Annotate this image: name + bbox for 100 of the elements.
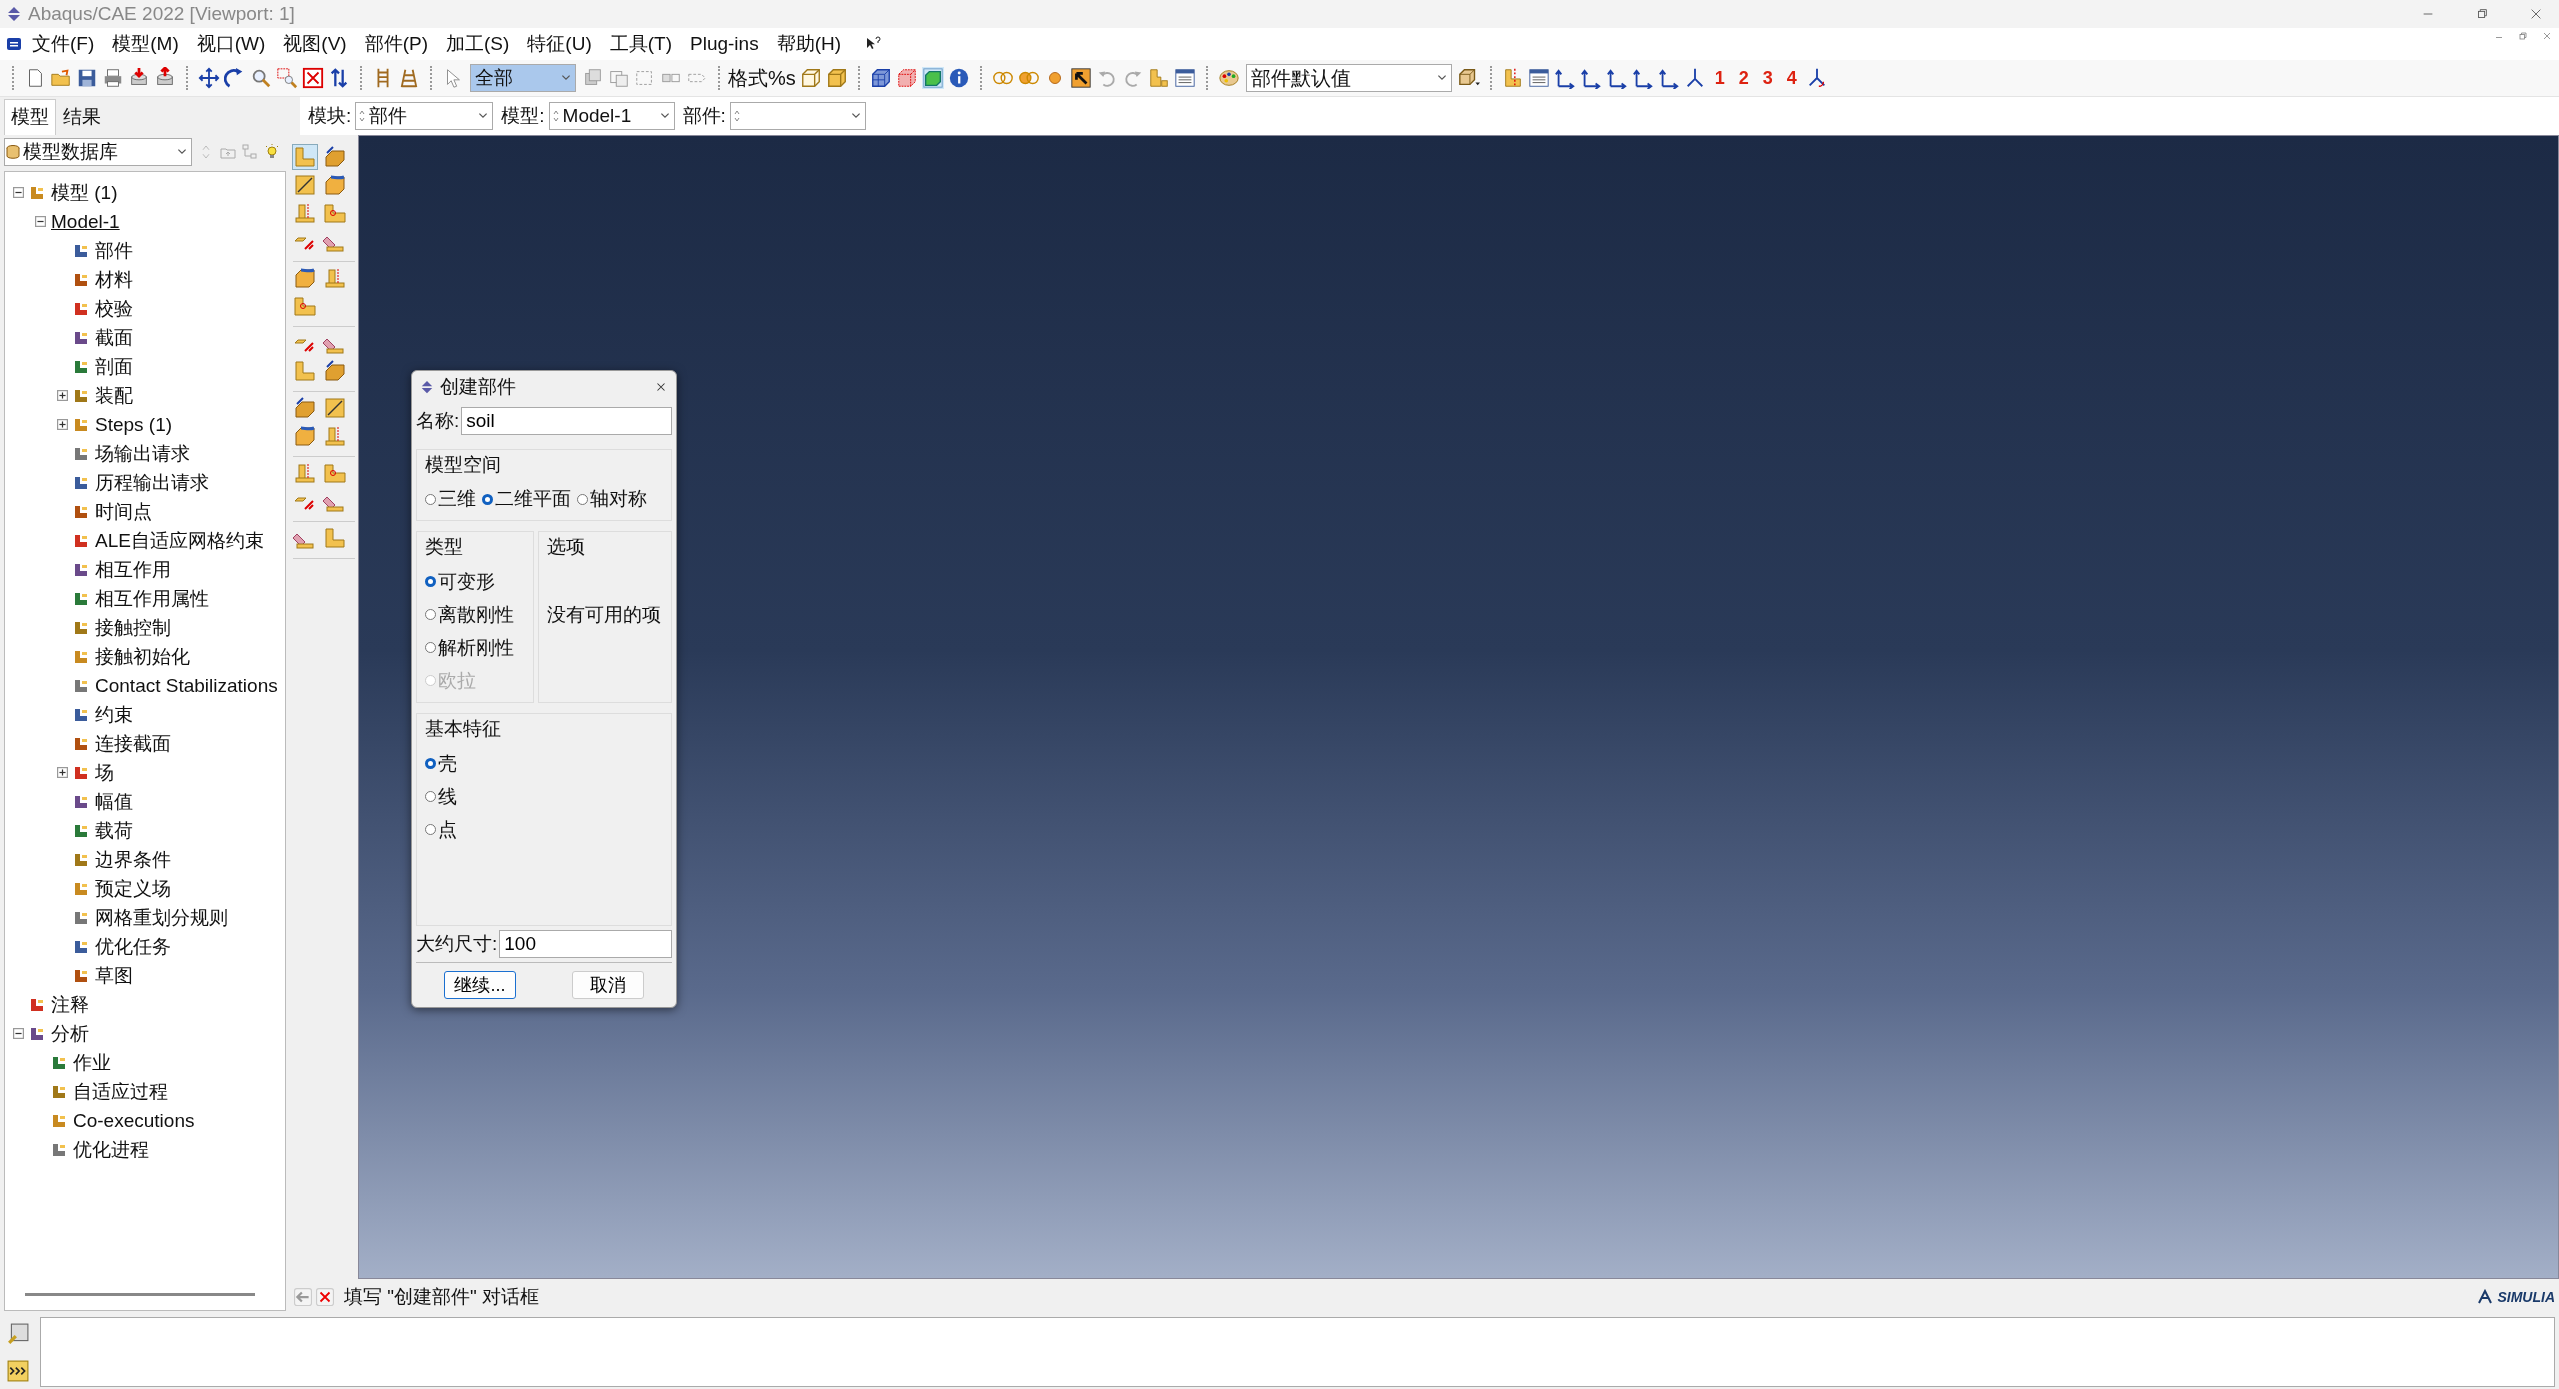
view-preset-button[interactable]: 3	[1755, 67, 1780, 89]
render-style-dropdown[interactable]: 部件默认值	[1245, 64, 1452, 92]
expander-icon[interactable]	[57, 767, 68, 778]
tree-item[interactable]: 相互作用属性	[95, 585, 209, 612]
context-dropdown[interactable]: 部件	[355, 102, 494, 130]
tree-item[interactable]: Contact Stabilizations	[95, 674, 278, 697]
expander-icon[interactable]	[57, 419, 68, 430]
magnifier-icon[interactable]	[250, 67, 272, 89]
radio-option[interactable]: 轴对称	[577, 486, 647, 512]
tree-item[interactable]: 注释	[51, 991, 89, 1018]
tree-item[interactable]: 接触控制	[95, 614, 171, 641]
tree-item[interactable]: 历程输出请求	[95, 469, 209, 496]
view-preset-button[interactable]: 2	[1731, 67, 1756, 89]
tree-item[interactable]: 边界条件	[95, 846, 171, 873]
tree-item[interactable]: 部件	[95, 237, 133, 264]
up-down-arrows-icon[interactable]	[328, 67, 350, 89]
lightbulb-icon[interactable]	[264, 143, 280, 161]
menu-item[interactable]: Plug-ins	[690, 33, 759, 55]
move-arrows-icon[interactable]	[198, 67, 220, 89]
restore-icon[interactable]	[2475, 7, 2489, 21]
cube-icon[interactable]	[921, 67, 944, 89]
radio-option[interactable]: 解析刚性	[425, 634, 525, 661]
palette-icon[interactable]	[1217, 67, 1240, 89]
tree-item[interactable]: 相互作用	[95, 556, 171, 583]
tree-item[interactable]: 约束	[95, 701, 133, 728]
radio-option[interactable]: 壳	[425, 750, 663, 777]
axes-icon[interactable]	[1553, 67, 1576, 89]
radio-option[interactable]: 线	[425, 783, 663, 810]
info-icon[interactable]	[947, 67, 970, 89]
tree-item[interactable]: 剖面	[95, 353, 133, 380]
tree-item[interactable]: 时间点	[95, 498, 152, 525]
cancel-icon[interactable]	[316, 1288, 334, 1306]
tree-source-dropdown[interactable]: 模型数据库	[4, 138, 192, 166]
table-icon[interactable]	[1527, 67, 1550, 89]
fit-view-icon[interactable]	[302, 67, 324, 89]
menu-item[interactable]: 视图(V)	[283, 31, 347, 57]
spinner-arrows-icon[interactable]	[359, 109, 366, 123]
menu-item[interactable]: 模型(M)	[112, 31, 179, 57]
context-dropdown[interactable]: Model-1	[548, 102, 675, 130]
cube-icon[interactable]	[895, 67, 918, 89]
tree-item[interactable]: 作业	[73, 1049, 111, 1076]
tree-item[interactable]: 载荷	[95, 817, 133, 844]
open-folder-icon[interactable]	[50, 67, 72, 89]
printer-icon[interactable]	[102, 67, 124, 89]
tree-item[interactable]: 校验	[95, 295, 133, 322]
message-area-icon[interactable]	[7, 1322, 29, 1345]
tool-icon[interactable]	[293, 424, 317, 448]
tree-item[interactable]: 网格重划分规则	[95, 904, 228, 931]
tree-item[interactable]: Steps (1)	[95, 413, 173, 436]
dialog-button[interactable]: 继续...	[444, 971, 516, 999]
tree-item[interactable]: ALE自适应网格约束	[95, 527, 264, 554]
expander-icon[interactable]	[13, 1028, 24, 1039]
cube-icon[interactable]	[799, 67, 822, 89]
radio-option[interactable]: 二维平面	[482, 486, 571, 512]
format-label[interactable]: 格式%s	[728, 64, 796, 92]
mesh-cube-icon[interactable]	[869, 67, 892, 89]
tree-item[interactable]: 模型 (1)	[51, 179, 118, 206]
tree-item[interactable]: 接触初始化	[95, 643, 190, 670]
tree-item[interactable]: 草图	[95, 962, 133, 989]
tool-icon[interactable]	[293, 173, 317, 197]
restore-icon[interactable]	[2517, 30, 2529, 42]
tree-item[interactable]: 优化进程	[73, 1136, 149, 1163]
axes-icon[interactable]	[1605, 67, 1628, 89]
expander-icon[interactable]	[35, 216, 46, 227]
spinner-arrows-icon[interactable]	[733, 109, 740, 123]
selection-filter-dropdown[interactable]: 全部	[470, 64, 576, 92]
tree-item[interactable]: 分析	[51, 1020, 89, 1047]
spinner-arrows-icon[interactable]	[552, 109, 559, 123]
tree-item[interactable]: 幅值	[95, 788, 133, 815]
radio-option[interactable]: 三维	[425, 486, 476, 512]
expander-icon[interactable]	[57, 390, 68, 401]
expander-icon[interactable]	[13, 187, 24, 198]
back-arrow-icon[interactable]	[294, 1288, 312, 1306]
panel-tab[interactable]: 结果	[56, 99, 108, 135]
tree-item[interactable]: 连接截面	[95, 730, 171, 757]
tree-item[interactable]: Model-1	[51, 210, 120, 233]
tree-item[interactable]: 场输出请求	[95, 440, 190, 467]
axes-icon[interactable]	[1657, 67, 1680, 89]
radio-option[interactable]: 点	[425, 816, 663, 843]
tree-item[interactable]: 自适应过程	[73, 1078, 168, 1105]
menu-item[interactable]: 视口(W)	[196, 31, 266, 57]
tool-icon[interactable]	[323, 145, 347, 169]
view-preset-button[interactable]: 1	[1707, 67, 1732, 89]
box-zoom-icon[interactable]	[276, 67, 298, 89]
tree-item[interactable]: 场	[95, 759, 114, 786]
axes-icon[interactable]	[1631, 67, 1654, 89]
tree-item[interactable]: 装配	[95, 382, 133, 409]
document-window-icon[interactable]	[6, 36, 22, 52]
menu-item[interactable]: 特征(U)	[527, 31, 592, 57]
panel-tab[interactable]: 模型	[4, 99, 56, 135]
menu-item[interactable]: 帮助(H)	[776, 31, 842, 57]
tool-icon[interactable]	[323, 359, 347, 383]
help-pointer-icon[interactable]	[865, 36, 882, 52]
radio-option[interactable]: 离散刚性	[425, 601, 525, 628]
dialog-button[interactable]: 取消	[572, 971, 644, 999]
size-input[interactable]: 100	[499, 930, 672, 958]
cube-icon[interactable]	[825, 67, 848, 89]
table-icon[interactable]	[1173, 67, 1196, 89]
menu-item[interactable]: 部件(P)	[364, 31, 428, 57]
ladder-icon[interactable]	[398, 67, 420, 89]
